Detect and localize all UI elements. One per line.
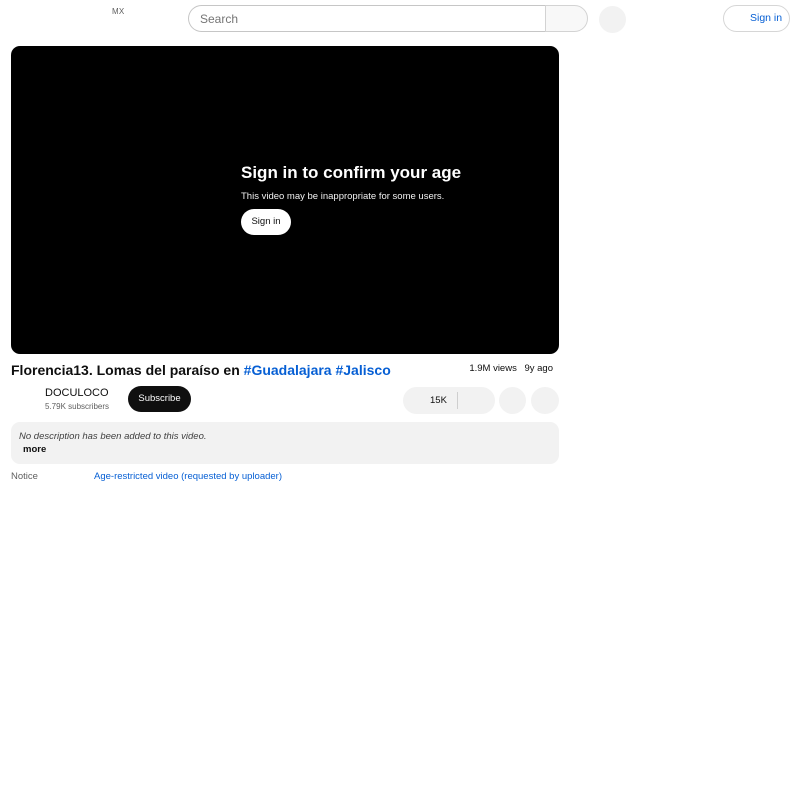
age-gate-sign-in-button[interactable]: Sign in bbox=[241, 209, 291, 235]
view-count: 1.9M views bbox=[469, 363, 517, 374]
search-button[interactable] bbox=[545, 5, 588, 32]
masthead: MX Sign in bbox=[0, 0, 800, 38]
video-title-text: Florencia13. Lomas del paraíso en bbox=[11, 362, 240, 378]
video-player[interactable]: Sign in to confirm your age This video m… bbox=[11, 46, 559, 354]
hashtag-link-guadalajara[interactable]: #Guadalajara bbox=[244, 362, 332, 378]
description-text: No description has been added to this vi… bbox=[19, 431, 207, 442]
video-title: Florencia13. Lomas del paraíso en #Guada… bbox=[11, 362, 391, 378]
video-stats: 1.9M views 9y ago bbox=[469, 363, 553, 374]
notice-link[interactable]: Age-restricted video (requested by uploa… bbox=[94, 471, 282, 482]
like-divider bbox=[457, 392, 458, 409]
description-box[interactable]: No description has been added to this vi… bbox=[11, 422, 559, 464]
share-button[interactable] bbox=[499, 387, 526, 414]
more-actions-button[interactable] bbox=[531, 387, 559, 414]
like-dislike-group: 15K bbox=[403, 387, 495, 414]
upload-age: 9y ago bbox=[524, 363, 553, 374]
subscribe-button[interactable]: Subscribe bbox=[128, 386, 191, 412]
search-box[interactable] bbox=[188, 5, 546, 32]
age-gate-title: Sign in to confirm your age bbox=[241, 163, 462, 182]
hashtag-link-jalisco[interactable]: #Jalisco bbox=[335, 362, 390, 378]
age-gate-subtitle: This video may be inappropriate for some… bbox=[241, 191, 445, 202]
search-input[interactable] bbox=[189, 6, 546, 31]
country-code: MX bbox=[112, 7, 125, 16]
description-more-button[interactable]: more bbox=[23, 444, 46, 455]
header-sign-in-button[interactable]: Sign in bbox=[723, 5, 790, 32]
like-button[interactable]: 15K bbox=[430, 387, 447, 414]
channel-name[interactable]: DOCULOCO bbox=[45, 387, 109, 399]
notice-label: Notice bbox=[11, 471, 38, 482]
voice-search-button[interactable] bbox=[599, 6, 626, 33]
subscriber-count: 5.79K subscribers bbox=[45, 402, 110, 411]
